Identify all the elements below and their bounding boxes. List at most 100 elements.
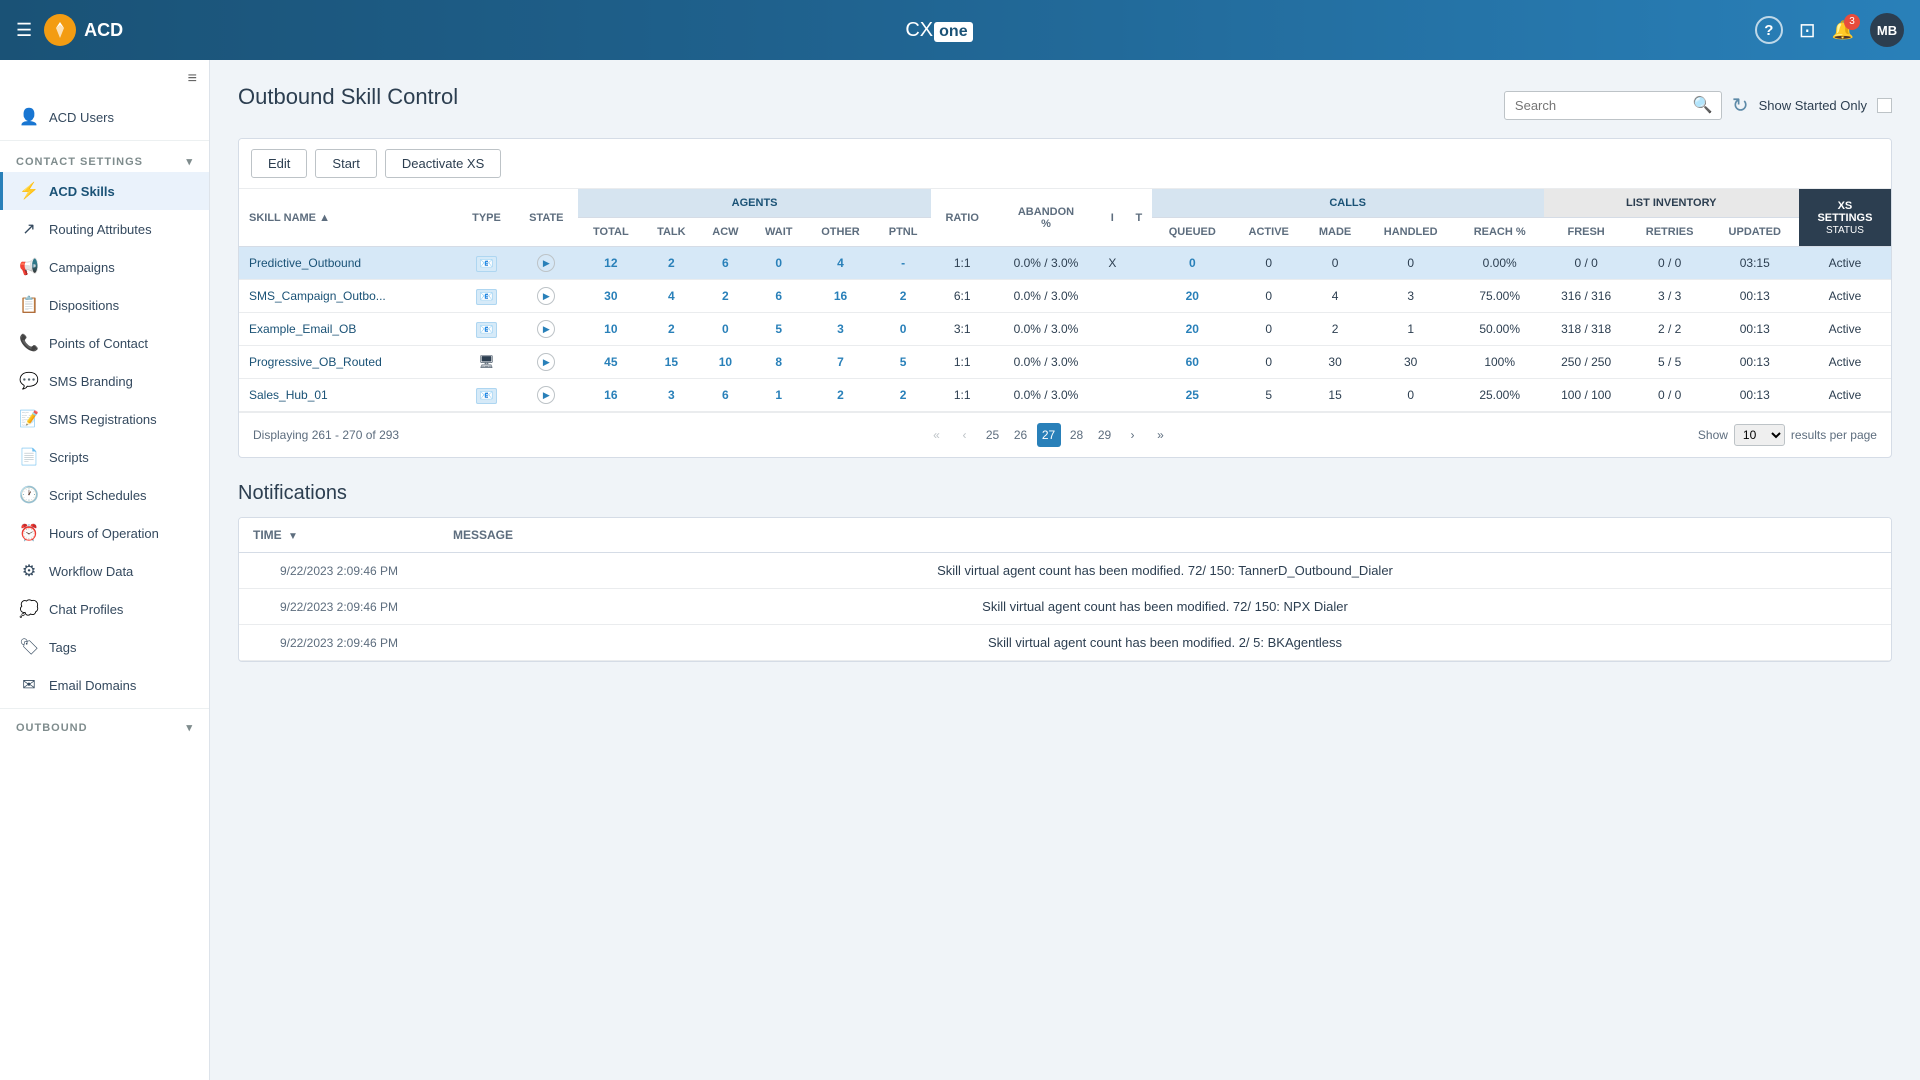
- acw-cell: 6: [699, 247, 752, 280]
- abandon-cell: 0.0% / 3.0%: [993, 280, 1098, 313]
- script-schedules-icon: 🕐: [19, 485, 39, 505]
- col-type: TYPE: [459, 189, 515, 247]
- col-fresh: FRESH: [1544, 218, 1629, 247]
- sidebar-item-workflow-data[interactable]: ⚙ Workflow Data: [0, 552, 209, 590]
- updated-cell: 00:13: [1711, 280, 1799, 313]
- col-handled: HANDLED: [1366, 218, 1456, 247]
- pagination-first[interactable]: «: [925, 423, 949, 447]
- tags-icon: 🏷: [19, 637, 39, 657]
- nav-right: ? ⊡ 🔔 3 MB: [1755, 13, 1904, 47]
- reach-cell: 100%: [1456, 346, 1544, 379]
- sidebar-label-email: Email Domains: [49, 678, 136, 693]
- table-row[interactable]: Progressive_OB_Routed 🖥 ▶ 45 15 10 8 7 5…: [239, 346, 1891, 379]
- outbound-section[interactable]: OUTBOUND ▾: [0, 713, 209, 738]
- sidebar-item-sms-branding[interactable]: 💬 SMS Branding: [0, 362, 209, 400]
- col-retries: RETRIES: [1629, 218, 1711, 247]
- sidebar-item-campaigns[interactable]: 📢 Campaigns: [0, 248, 209, 286]
- abandon-cell: 0.0% / 3.0%: [993, 247, 1098, 280]
- sidebar-item-email-domains[interactable]: ✉ Email Domains: [0, 666, 209, 704]
- pagination-page-25[interactable]: 25: [981, 423, 1005, 447]
- per-page-select[interactable]: 102550100: [1734, 424, 1785, 446]
- state-cell[interactable]: ▶: [514, 379, 578, 412]
- sidebar-label-script-schedules: Script Schedules: [49, 488, 147, 503]
- pagination-page-29[interactable]: 29: [1093, 423, 1117, 447]
- hours-icon: ⏰: [19, 523, 39, 543]
- sidebar-item-chat-profiles[interactable]: 💭 Chat Profiles: [0, 590, 209, 628]
- status-cell: Active: [1799, 313, 1891, 346]
- notifications-title: Notifications: [238, 482, 1892, 505]
- deactivate-button[interactable]: Deactivate XS: [385, 149, 501, 178]
- pagination-prev[interactable]: ‹: [953, 423, 977, 447]
- pagination-page-26[interactable]: 26: [1009, 423, 1033, 447]
- notifications-section: Notifications TIME ▼ MESSAGE 9/22/2023 2…: [238, 482, 1892, 662]
- pagination-info: Displaying 261 - 270 of 293: [253, 428, 399, 442]
- sidebar-item-points-of-contact[interactable]: 📞 Points of Contact: [0, 324, 209, 362]
- reach-cell: 25.00%: [1456, 379, 1544, 412]
- sidebar-item-tags[interactable]: 🏷 Tags: [0, 628, 209, 666]
- queued-cell: 20: [1152, 280, 1233, 313]
- made-cell: 30: [1305, 346, 1366, 379]
- sidebar-item-scripts[interactable]: 📄 Scripts: [0, 438, 209, 476]
- pagination-page-27[interactable]: 27: [1037, 423, 1061, 447]
- active-cell: 0: [1233, 346, 1305, 379]
- ptnl-cell: 2: [875, 379, 931, 412]
- acw-cell: 10: [699, 346, 752, 379]
- sidebar-collapse-button[interactable]: ≡: [0, 60, 209, 98]
- col-skill-name[interactable]: SKILL NAME ▲: [239, 189, 459, 247]
- acw-cell: 0: [699, 313, 752, 346]
- col-updated: UPDATED: [1711, 218, 1799, 247]
- table-row[interactable]: Example_Email_OB 📧 ▶ 10 2 0 5 3 0 3:1 0.…: [239, 313, 1891, 346]
- sidebar-item-hours-of-operation[interactable]: ⏰ Hours of Operation: [0, 514, 209, 552]
- help-icon[interactable]: ?: [1755, 16, 1783, 44]
- user-avatar[interactable]: MB: [1870, 13, 1904, 47]
- abandon-cell: 0.0% / 3.0%: [993, 379, 1098, 412]
- chat-icon: 💭: [19, 599, 39, 619]
- state-cell[interactable]: ▶: [514, 346, 578, 379]
- search-input[interactable]: [1505, 92, 1685, 119]
- sidebar-item-acd-skills[interactable]: ⚡ ACD Skills: [0, 172, 209, 210]
- search-button[interactable]: 🔍: [1685, 95, 1721, 115]
- sms-registrations-icon: 📝: [19, 409, 39, 429]
- table-row[interactable]: Sales_Hub_01 📧 ▶ 16 3 6 1 2 2 1:1 0.0% /…: [239, 379, 1891, 412]
- acw-cell: 2: [699, 280, 752, 313]
- sidebar-label-workflow: Workflow Data: [49, 564, 133, 579]
- sidebar-item-sms-registrations[interactable]: 📝 SMS Registrations: [0, 400, 209, 438]
- col-active: ACTIVE: [1233, 218, 1305, 247]
- status-cell: Active: [1799, 247, 1891, 280]
- refresh-button[interactable]: ↻: [1732, 93, 1749, 118]
- table-row[interactable]: Predictive_Outbound 📧 ▶ 12 2 6 0 4 - 1:1…: [239, 247, 1891, 280]
- table-row[interactable]: SMS_Campaign_Outbo... 📧 ▶ 30 4 2 6 16 2 …: [239, 280, 1891, 313]
- sidebar-label-scripts: Scripts: [49, 450, 89, 465]
- sms-branding-icon: 💬: [19, 371, 39, 391]
- i-cell: X: [1099, 247, 1126, 280]
- wait-cell: 0: [752, 247, 806, 280]
- state-cell[interactable]: ▶: [514, 247, 578, 280]
- sidebar-item-dispositions[interactable]: 📋 Dispositions: [0, 286, 209, 324]
- ptnl-cell: -: [875, 247, 931, 280]
- pagination-last[interactable]: »: [1149, 423, 1173, 447]
- state-cell[interactable]: ▶: [514, 280, 578, 313]
- col-other: OTHER: [806, 218, 875, 247]
- i-cell: [1099, 346, 1126, 379]
- pagination-next[interactable]: ›: [1121, 423, 1145, 447]
- sidebar-item-script-schedules[interactable]: 🕐 Script Schedules: [0, 476, 209, 514]
- col-t: T: [1126, 189, 1152, 247]
- contact-settings-section[interactable]: CONTACT SETTINGS ▾: [0, 145, 209, 172]
- state-cell[interactable]: ▶: [514, 313, 578, 346]
- show-started-checkbox[interactable]: [1877, 98, 1892, 113]
- poc-icon: 📞: [19, 333, 39, 353]
- sidebar-item-acd-users[interactable]: 👤 ACD Users: [0, 98, 209, 136]
- abandon-cell: 0.0% / 3.0%: [993, 346, 1098, 379]
- start-button[interactable]: Start: [315, 149, 376, 178]
- hamburger-menu[interactable]: ☰: [16, 20, 32, 41]
- skill-name-cell: Predictive_Outbound: [239, 247, 459, 280]
- monitor-icon[interactable]: ⊡: [1799, 18, 1816, 43]
- notification-icon[interactable]: 🔔 3: [1832, 20, 1854, 41]
- col-queued: QUEUED: [1152, 218, 1233, 247]
- pagination-page-28[interactable]: 28: [1065, 423, 1089, 447]
- sidebar-item-routing-attributes[interactable]: ↗ Routing Attributes: [0, 210, 209, 248]
- type-cell: 🖥: [459, 346, 515, 379]
- edit-button[interactable]: Edit: [251, 149, 307, 178]
- total-cell: 12: [578, 247, 643, 280]
- notif-col-time[interactable]: TIME ▼: [239, 518, 439, 553]
